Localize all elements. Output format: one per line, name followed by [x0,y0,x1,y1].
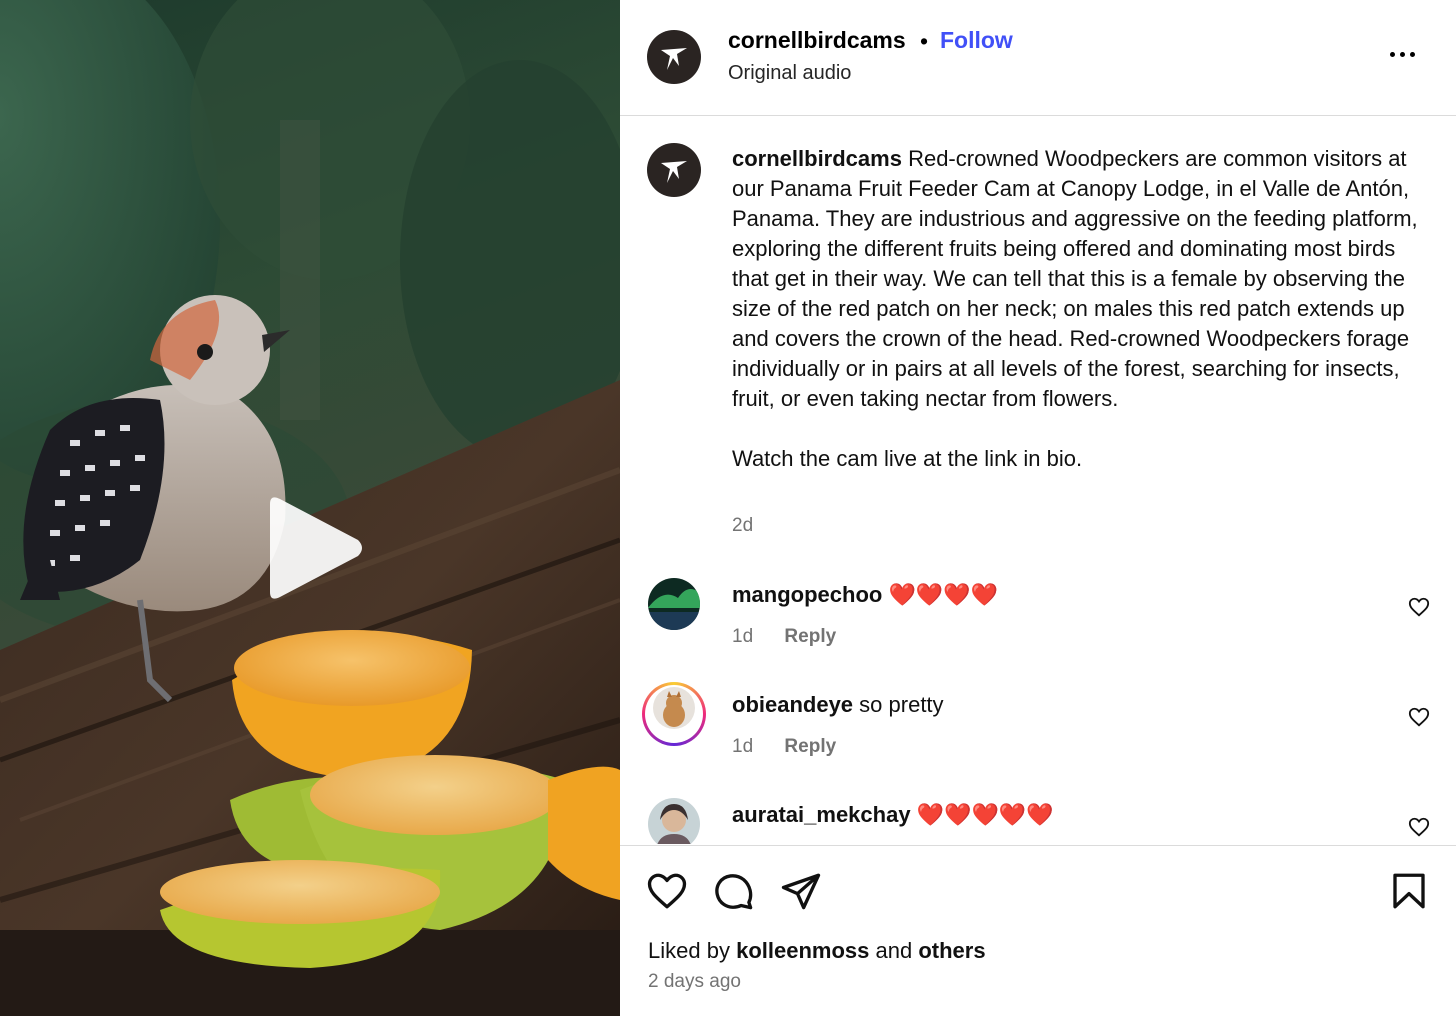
heart-emoji: ❤️❤️❤️❤️ [888,582,999,607]
liked-and: and [875,938,913,963]
comment-username[interactable]: mangopechoo [732,582,882,607]
audio-label[interactable]: Original audio [728,62,851,85]
liked-prefix: Liked by [648,938,730,963]
post-caption: cornellbirdcams Red-crowned Woodpeckers … [732,144,1422,474]
reply-button[interactable]: Reply [784,626,836,647]
comment-bubble-icon[interactable] [713,870,755,912]
comment-timestamp: 1d [732,626,754,647]
comment-text: mangopechoo ❤️❤️❤️❤️ [732,582,998,608]
liked-user-link[interactable]: kolleenmoss [736,938,869,963]
hummingbird-logo-icon[interactable] [647,30,701,84]
caption-username[interactable]: cornellbirdcams [732,146,902,171]
heart-outline-icon[interactable] [1408,706,1430,728]
separator-dot: • [920,28,929,54]
reply-button[interactable]: Reply [784,736,836,757]
avatar[interactable] [648,798,700,844]
caption-timestamp: 2d [732,515,754,536]
comment-meta: 1d Reply [732,736,836,758]
paper-plane-icon[interactable] [780,870,822,912]
comment-text: obieandeye so pretty [732,692,944,718]
comment-username[interactable]: auratai_mekchay [732,802,911,827]
play-icon[interactable] [262,494,366,602]
comment-item: mangopechoo ❤️❤️❤️❤️ 1d Reply [620,578,1456,678]
comment-body: so pretty [859,692,944,717]
heart-outline-icon[interactable] [1408,596,1430,618]
post-timestamp: 2 days ago [648,971,741,992]
comment-text: auratai_mekchay ❤️❤️❤️❤️❤️ [732,802,1054,828]
heart-outline-icon[interactable] [1408,816,1430,838]
hummingbird-logo-icon[interactable] [647,143,701,197]
heart-icon[interactable] [646,870,688,912]
post-header: cornellbirdcams • Follow Original audio [620,0,1456,116]
more-options-icon[interactable] [1390,42,1422,66]
comment-item: auratai_mekchay ❤️❤️❤️❤️❤️ [620,798,1456,844]
follow-button[interactable]: Follow [940,27,1013,54]
caption-text: Red-crowned Woodpeckers are common visit… [732,146,1418,411]
action-bar: Liked by kolleenmoss and others 2 days a… [620,845,1456,1017]
avatar[interactable] [653,687,695,729]
post-username[interactable]: cornellbirdcams [728,27,906,54]
comment-item: obieandeye so pretty 1d Reply [620,682,1456,788]
comment-username[interactable]: obieandeye [732,692,853,717]
comment-timestamp: 1d [732,736,754,757]
comments-section[interactable]: cornellbirdcams Red-crowned Woodpeckers … [620,116,1456,844]
bookmark-icon[interactable] [1388,870,1430,912]
caption-watch-text: Watch the cam live at the link in bio. [732,446,1083,471]
instagram-post-view: cornellbirdcams • Follow Original audio … [0,0,1456,1016]
video-media[interactable] [0,0,620,1016]
post-panel: cornellbirdcams • Follow Original audio … [620,0,1456,1016]
avatar[interactable] [648,578,700,630]
comment-meta: 1d Reply [732,626,836,648]
likes-summary: Liked by kolleenmoss and others [648,938,986,964]
liked-others-link[interactable]: others [918,938,985,963]
heart-emoji: ❤️❤️❤️❤️❤️ [916,802,1054,827]
